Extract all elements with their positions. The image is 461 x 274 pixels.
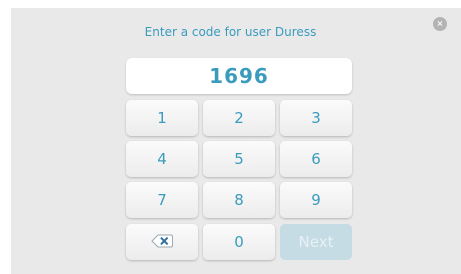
key-0[interactable]: 0 — [203, 224, 275, 260]
next-button[interactable]: Next — [280, 224, 352, 260]
key-7[interactable]: 7 — [126, 182, 198, 218]
backspace-button[interactable] — [126, 224, 198, 260]
backspace-icon — [151, 234, 173, 248]
key-5[interactable]: 5 — [203, 141, 275, 177]
key-2[interactable]: 2 — [203, 100, 275, 136]
key-1[interactable]: 1 — [126, 100, 198, 136]
key-8[interactable]: 8 — [203, 182, 275, 218]
key-9[interactable]: 9 — [280, 182, 352, 218]
prompt-text: Enter a code for user Duress — [144, 25, 317, 39]
key-3[interactable]: 3 — [280, 100, 352, 136]
code-input[interactable]: 1696 — [126, 58, 352, 94]
key-6[interactable]: 6 — [280, 141, 352, 177]
key-4[interactable]: 4 — [126, 141, 198, 177]
